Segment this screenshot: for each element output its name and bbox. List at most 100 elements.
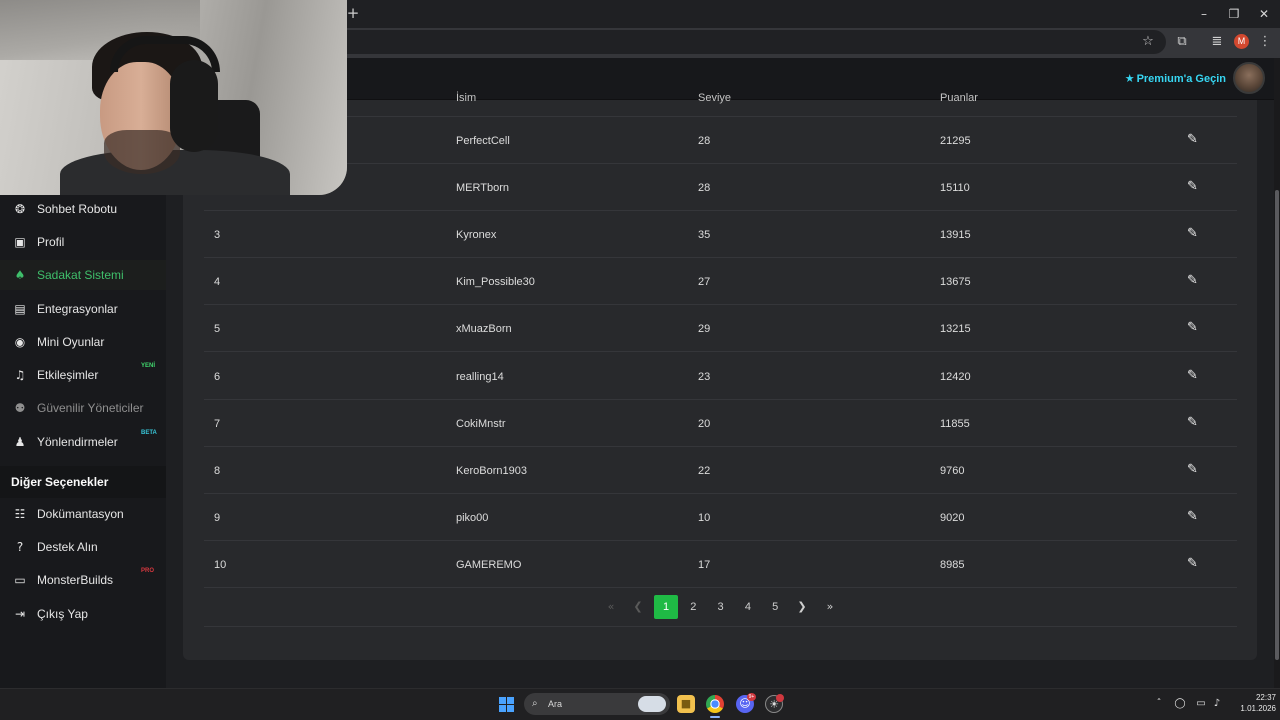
table-row: 5 xMuazBorn 29 13215 ✎ xyxy=(204,305,1237,353)
minimize-button[interactable]: – xyxy=(1196,6,1212,22)
name-cell: Kim_Possible30 xyxy=(456,276,535,289)
sidebar-item[interactable]: ◉ Mini Oyunlar xyxy=(0,327,166,357)
sidebar-item[interactable]: ♫ Etkileşimler YENİ xyxy=(0,360,166,390)
premium-label: Premium'a Geçin xyxy=(1136,73,1226,85)
level-cell: 17 xyxy=(698,558,711,571)
column-header-name[interactable]: İsim xyxy=(456,92,476,104)
users-cog-icon: ⚉ xyxy=(14,401,26,415)
clock-time: 22:37 xyxy=(1255,693,1276,702)
sidebar-item[interactable]: ▣ Profil xyxy=(0,227,166,257)
taskbar-clock[interactable]: 22:37 1.01.2026 xyxy=(1228,692,1276,714)
edit-pencil-icon[interactable]: ✎ xyxy=(1187,179,1198,194)
sidebar-item[interactable]: ▤ Entegrasyonlar xyxy=(0,294,166,324)
points-cell: 15110 xyxy=(940,182,970,195)
edit-pencil-icon[interactable]: ✎ xyxy=(1187,226,1198,241)
file-explorer-icon[interactable]: ■ xyxy=(677,695,695,713)
rank-cell: 9 xyxy=(214,511,221,524)
maximize-button[interactable]: ❐ xyxy=(1226,6,1242,22)
sidebar-item[interactable]: ? Destek Alın xyxy=(0,532,166,562)
sidebar-item[interactable]: ❂ Sohbet Robotu xyxy=(0,194,166,224)
edit-pencil-icon[interactable]: ✎ xyxy=(1187,509,1198,524)
points-cell: 9760 xyxy=(940,464,965,477)
gamepad-icon: ◉ xyxy=(14,335,26,349)
next-page-icon[interactable]: ❯ xyxy=(790,595,814,619)
browser-menu-icon[interactable]: ⋮ xyxy=(1257,34,1273,50)
column-header-level[interactable]: Seviye xyxy=(698,92,731,104)
microphone-icon[interactable]: ◯ xyxy=(1173,697,1187,711)
edit-pencil-icon[interactable]: ✎ xyxy=(1187,132,1198,147)
column-header-points[interactable]: Puanlar xyxy=(940,92,978,104)
table-row: PerfectCell 28 21295 ✎ xyxy=(204,117,1237,164)
page-button[interactable]: 3 xyxy=(709,595,733,619)
integration-icon: ▤ xyxy=(14,302,26,316)
sidebar-item-label: Güvenilir Yöneticiler xyxy=(37,401,144,415)
edit-pencil-icon[interactable]: ✎ xyxy=(1187,462,1198,477)
address-bar[interactable] xyxy=(340,30,1166,54)
logout-icon: ⇥ xyxy=(14,607,26,621)
sidebar-item[interactable]: ☷ Dokümantasyon xyxy=(0,499,166,529)
points-cell: 9020 xyxy=(940,511,965,524)
page-button[interactable]: 2 xyxy=(681,595,705,619)
name-cell: realling14 xyxy=(456,370,504,383)
level-cell: 22 xyxy=(698,464,711,477)
level-cell: 23 xyxy=(698,370,711,383)
prev-page-icon[interactable]: ❮ xyxy=(626,595,650,619)
table-row: 9 piko00 10 9020 ✎ xyxy=(204,494,1237,541)
star-icon: ★ xyxy=(1124,72,1135,85)
level-cell: 29 xyxy=(698,323,711,336)
premium-upgrade-link[interactable]: ★ Premium'a Geçin xyxy=(1125,72,1226,85)
edit-pencil-icon[interactable]: ✎ xyxy=(1187,273,1198,288)
new-tab-button[interactable]: + xyxy=(346,6,360,21)
chevron-up-icon[interactable]: ˆ xyxy=(1152,697,1166,711)
rank-cell: 3 xyxy=(214,229,221,242)
last-page-icon[interactable]: » xyxy=(818,595,842,619)
page-button[interactable]: 4 xyxy=(736,595,760,619)
points-cell: 13215 xyxy=(940,323,971,336)
bookmark-star-icon[interactable]: ☆ xyxy=(1140,34,1156,50)
sidebar-item-label: Sadakat Sistemi xyxy=(37,268,124,282)
chrome-icon[interactable] xyxy=(706,695,724,713)
name-cell: PerfectCell xyxy=(456,135,510,147)
notification-dot xyxy=(776,694,784,702)
windows-start-button[interactable] xyxy=(499,697,514,712)
edit-pencil-icon[interactable]: ✎ xyxy=(1187,368,1198,383)
trophy-icon: ♠ xyxy=(14,268,26,282)
user-avatar[interactable] xyxy=(1233,62,1265,94)
first-page-icon[interactable]: « xyxy=(599,595,623,619)
sidebar-item-label: Mini Oyunlar xyxy=(37,335,105,349)
extensions-icon[interactable]: ⧉ xyxy=(1174,34,1190,50)
level-cell: 20 xyxy=(698,417,711,430)
edit-pencil-icon[interactable]: ✎ xyxy=(1187,556,1198,571)
table-row: 8 KeroBorn1903 22 9760 ✎ xyxy=(204,447,1237,494)
sidebar-item[interactable]: ⚉ Güvenilir Yöneticiler xyxy=(0,393,166,423)
speaker-icon[interactable]: ♪ xyxy=(1210,697,1224,711)
sidebar-item-label: Yönlendirmeler xyxy=(37,435,118,449)
taskbar-search[interactable]: ⌕ Ara xyxy=(524,693,670,715)
page-button[interactable]: 1 xyxy=(654,595,678,619)
close-button[interactable]: ✕ xyxy=(1256,6,1272,22)
sidebar-item[interactable]: ♟ Yönlendirmeler BETA xyxy=(0,427,166,457)
page-button[interactable]: 5 xyxy=(763,595,787,619)
sidebar-item[interactable]: ♠ Sadakat Sistemi xyxy=(0,260,166,290)
sidebar-item[interactable]: ▭ MonsterBuilds PRO xyxy=(0,565,166,595)
sidebar-item[interactable]: ⇥ Çıkış Yap xyxy=(0,599,166,629)
edit-pencil-icon[interactable]: ✎ xyxy=(1187,320,1198,335)
sidebar-section-title: Diğer Seçenekler xyxy=(0,466,166,498)
active-app-indicator xyxy=(710,716,720,718)
rank-cell: 8 xyxy=(214,464,221,477)
headphone-cup xyxy=(170,60,218,152)
discord-notification-badge: 9+ xyxy=(747,693,756,701)
display-icon[interactable]: ▭ xyxy=(1194,697,1208,711)
search-label: Ara xyxy=(548,699,563,709)
id-card-icon: ▣ xyxy=(14,235,26,249)
sidebar-badge: BETA xyxy=(141,430,157,436)
scrollbar-thumb[interactable] xyxy=(1275,190,1279,660)
media-controls-icon[interactable]: ≣ xyxy=(1209,34,1225,50)
name-cell: GAMEREMO xyxy=(456,558,522,571)
sidebar-item-label: Dokümantasyon xyxy=(37,507,124,521)
edit-pencil-icon[interactable]: ✎ xyxy=(1187,415,1198,430)
table-row: 4 Kim_Possible30 27 13675 ✎ xyxy=(204,258,1237,306)
browser-profile-avatar[interactable]: M xyxy=(1234,34,1249,49)
level-cell: 27 xyxy=(698,276,711,289)
weather-icon xyxy=(638,696,666,712)
